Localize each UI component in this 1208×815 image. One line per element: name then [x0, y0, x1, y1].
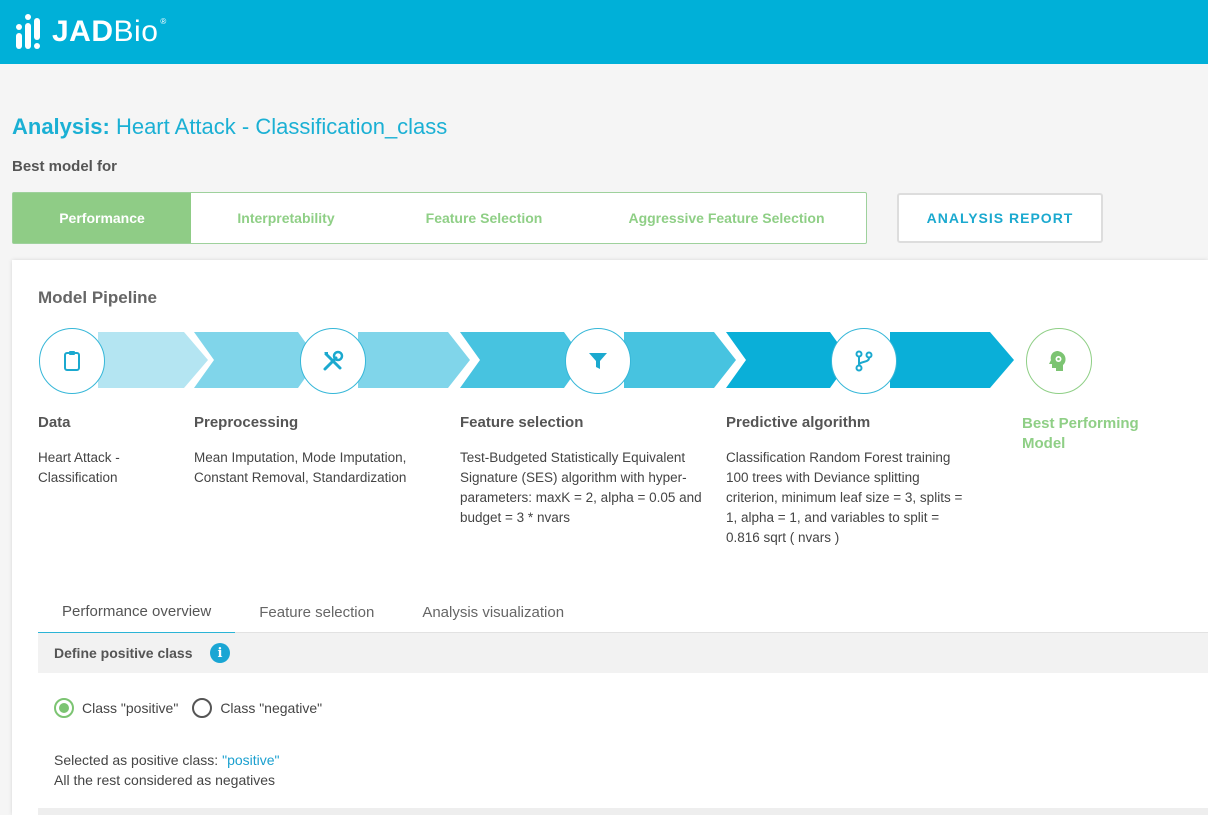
model-pipeline-card: Model Pipeline Data Preprocessing Featur…: [12, 260, 1208, 815]
pipeline-diagram: [38, 328, 1092, 394]
head-gear-icon: [1049, 351, 1066, 371]
top-bar: JADBio ®: [0, 0, 1208, 64]
step-title-data: Data: [38, 414, 71, 431]
define-positive-class-bar: Define positive class i: [38, 633, 1208, 673]
rest-negatives-note: All the rest considered as negatives: [54, 772, 276, 788]
positive-class-radio-group: Class "positive" Class "negative": [54, 698, 322, 718]
step-title-feature-selection: Feature selection: [460, 414, 584, 431]
step-title-predictive-algorithm: Predictive algorithm: [726, 414, 871, 431]
tab-aggressive-feature-selection[interactable]: Aggressive Feature Selection: [587, 193, 866, 243]
step-title-preprocessing: Preprocessing: [194, 414, 299, 431]
selected-class-prefix: Selected as positive class:: [54, 752, 219, 768]
filter-icon: [589, 353, 607, 369]
tools-icon: [323, 350, 344, 371]
tab-analysis-visualization[interactable]: Analysis visualization: [398, 590, 588, 634]
tab-feature-selection-results[interactable]: Feature selection: [235, 590, 398, 634]
model-type-tabs: Performance Interpretability Feature Sel…: [12, 192, 867, 244]
analysis-report-button[interactable]: ANALYSIS REPORT: [897, 193, 1103, 243]
radio-class-positive-label: Class "positive": [82, 700, 179, 716]
logo-mark-icon: [16, 14, 44, 50]
pipeline-arrow-2: [194, 332, 318, 388]
selected-class-info: Selected as positive class: "positive" A…: [54, 750, 280, 790]
step-text-data: Heart Attack - Classification: [38, 450, 120, 485]
tab-feature-selection[interactable]: Feature Selection: [381, 193, 587, 243]
step-text-feature-selection: Test-Budgeted Statistically Equivalent S…: [460, 450, 702, 525]
analysis-name: Heart Attack - Classification_class: [115, 114, 448, 139]
clipboard-icon: [64, 351, 80, 371]
content-bottom-strip: [38, 808, 1208, 815]
branch-icon: [855, 350, 873, 372]
info-icon[interactable]: i: [210, 643, 230, 663]
jadbio-logo[interactable]: JADBio ®: [16, 14, 167, 50]
radio-class-positive[interactable]: [54, 698, 74, 718]
pipeline-arrow-7: [890, 332, 1014, 388]
radio-class-negative[interactable]: [192, 698, 213, 718]
selected-class-value: "positive": [222, 752, 280, 768]
tab-interpretability[interactable]: Interpretability: [191, 193, 381, 243]
best-model-step-circle[interactable]: [1026, 328, 1092, 394]
predictive-algorithm-step-circle[interactable]: [831, 328, 897, 394]
result-tabs: Performance overview Feature selection A…: [38, 590, 588, 634]
logo-text: JADBio ®: [52, 15, 167, 48]
step-title-best-model: Best Performing Model: [1022, 415, 1139, 452]
feature-selection-step-circle[interactable]: [565, 328, 631, 394]
step-text-preprocessing: Mean Imputation, Mode Imputation, Consta…: [194, 450, 407, 485]
preprocessing-step-circle[interactable]: [300, 328, 366, 394]
best-model-for-label: Best model for: [12, 158, 118, 175]
step-text-predictive-algorithm: Classification Random Forest training 10…: [726, 450, 963, 545]
tab-performance-overview[interactable]: Performance overview: [38, 590, 236, 634]
page-title: Analysis: Heart Attack - Classification_…: [12, 114, 447, 140]
radio-class-negative-label: Class "negative": [220, 700, 323, 716]
tab-performance[interactable]: Performance: [13, 193, 191, 243]
define-positive-class-label: Define positive class: [54, 645, 193, 661]
model-pipeline-title: Model Pipeline: [38, 288, 158, 307]
data-step-circle[interactable]: [39, 328, 105, 394]
analysis-prefix: Analysis:: [12, 114, 110, 139]
